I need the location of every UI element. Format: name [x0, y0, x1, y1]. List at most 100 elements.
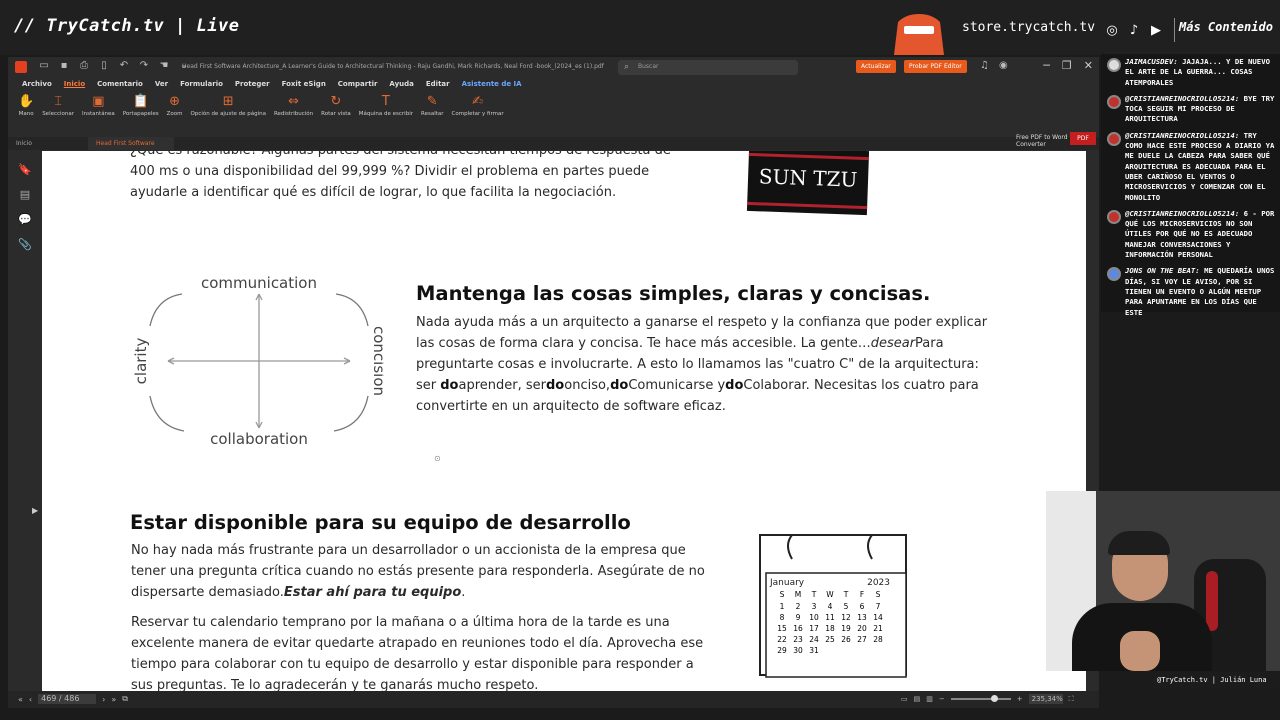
next-page-icon[interactable]: › [102, 695, 105, 704]
side-panel: 🔖 ▤ 💬 📎 ▶ [8, 151, 42, 691]
last-page-icon[interactable]: » [111, 695, 116, 704]
menu-compartir[interactable]: Compartir [332, 78, 384, 92]
calendar-day: 28 [873, 635, 883, 644]
tab-document[interactable]: Head First Software A...× [88, 137, 174, 160]
new-doc-icon[interactable]: ▯ [98, 60, 110, 71]
continuous-icon[interactable]: ▤ [914, 695, 921, 703]
mouse-cursor-icon: ⊙ [434, 454, 441, 463]
save-icon[interactable]: ▪ [58, 60, 70, 71]
ribbon-snapshot-button[interactable]: ▣ Instantánea [78, 93, 119, 133]
calendar-weekday: T [843, 590, 849, 599]
hand-tool-icon[interactable]: ☚ [158, 60, 170, 71]
title-bar-tools: ♫ ◉ [980, 60, 1008, 71]
attachment-icon[interactable]: 📎 [8, 238, 42, 251]
zoom-in-icon[interactable]: + [1017, 695, 1023, 703]
prev-page-icon[interactable]: ‹ [29, 695, 32, 704]
zoom-slider[interactable] [950, 695, 1011, 702]
avatar [1107, 58, 1121, 72]
status-bar: « ‹ 469 / 486 › » ⧉ ▭ ▤ ▥ − + 235,34% ⛶ [8, 691, 1099, 708]
fill-sign-icon: ✍ [472, 94, 484, 109]
typewriter-icon: T [381, 94, 390, 109]
calendar-day: 14 [873, 613, 883, 622]
fullscreen-icon[interactable]: ⛶ [1069, 695, 1074, 704]
ribbon-typewriter-button[interactable]: T Máquina de escribir [355, 93, 417, 133]
social-links: ◎ ♪ ▶ [1104, 18, 1179, 42]
store-url: store.trycatch.tv [962, 20, 1096, 35]
layout-icon[interactable]: ⧉ [122, 694, 128, 704]
menu-foxit-esign[interactable]: Foxit eSign [276, 78, 332, 92]
heading-available-for-team: Estar disponible para su equipo de desar… [130, 511, 631, 534]
comments-icon[interactable]: 💬 [8, 213, 42, 226]
ribbon-zoom-button[interactable]: ⊕ Zoom [163, 93, 187, 133]
calendar-day: 26 [841, 635, 851, 644]
pages-icon[interactable]: ▤ [8, 188, 42, 201]
menu-ver[interactable]: Ver [149, 78, 174, 92]
merch-shirt-image [894, 14, 944, 55]
highlight-icon: ✎ [426, 94, 438, 109]
calendar-day: 11 [825, 613, 835, 622]
account-icon[interactable]: ◉ [999, 60, 1008, 71]
ribbon-clipboard-button[interactable]: 📋 Portapapeles [119, 93, 163, 133]
calendar-day: 17 [809, 624, 819, 633]
zoom-out-icon[interactable]: − [939, 695, 945, 703]
youtube-icon[interactable]: ▶ [1148, 22, 1164, 38]
calendar-day: 1 [780, 602, 785, 611]
ribbon-select-button[interactable]: ⌶ Seleccionar [38, 93, 78, 133]
free-pdf-to-word-link[interactable]: Free PDF to Word Converter [1016, 134, 1070, 148]
bell-icon[interactable]: ♫ [980, 60, 989, 71]
menu-formulario[interactable]: Formulario [174, 78, 229, 92]
calendar-day: 16 [793, 624, 803, 633]
calendar-day: 12 [841, 613, 851, 622]
tiktok-icon[interactable]: ♪ [1126, 22, 1142, 38]
menu-comentario[interactable]: Comentario [91, 78, 149, 92]
available-paragraph-1: No hay nada más frustrante para un desar… [131, 543, 705, 600]
calendar-day: 22 [777, 635, 787, 644]
ribbon-rotate-button[interactable]: ↻ Rotar vista [317, 93, 355, 133]
ribbon-hand-button[interactable]: ✋ Mano [14, 93, 38, 133]
print-icon[interactable]: ⎙ [78, 60, 90, 71]
redo-icon[interactable]: ↷ [138, 60, 150, 71]
bookmark-icon[interactable]: 🔖 [8, 163, 42, 176]
update-button[interactable]: Actualizar [856, 60, 896, 73]
divider [1174, 18, 1175, 42]
zoom-slider-handle[interactable] [990, 695, 998, 702]
calendar-day: 31 [809, 646, 819, 655]
search-box[interactable]: ⌕ Buscar [618, 60, 798, 75]
ribbon-fill-sign-button[interactable]: ✍ Completar y firmar [448, 93, 508, 133]
ribbon-reflow-button[interactable]: ⇔ Redistribución [270, 93, 317, 133]
menu-editar[interactable]: Editar [420, 78, 456, 92]
facing-icon[interactable]: ▥ [926, 695, 933, 703]
menu-inicio[interactable]: Inicio [58, 78, 91, 92]
calendar-day: 18 [825, 624, 835, 633]
window-controls: ─ ❐ ✕ [1043, 59, 1093, 72]
instagram-icon[interactable]: ◎ [1104, 22, 1120, 38]
minimize-icon[interactable]: ─ [1043, 59, 1050, 72]
search-input[interactable]: Buscar [638, 63, 659, 70]
open-folder-icon[interactable]: ▭ [38, 60, 50, 71]
undo-icon[interactable]: ↶ [118, 60, 130, 71]
ribbon-page-fit-button[interactable]: ⊞ Opción de ajuste de página [186, 93, 270, 133]
menu-asistente-ia[interactable]: Asistente de IA [456, 78, 528, 92]
calendar-day: 25 [825, 635, 835, 644]
try-pdf-editor-button[interactable]: Probar PDF Editor [904, 60, 967, 73]
calendar-day: 15 [777, 624, 787, 633]
tab-inicio[interactable]: Inicio [8, 137, 86, 150]
menu-proteger[interactable]: Proteger [229, 78, 276, 92]
menu-ayuda[interactable]: Ayuda [383, 78, 419, 92]
chat-message: @CristianReinocriollo5214: 6 - POR QUÉ L… [1105, 209, 1276, 260]
menu-archivo[interactable]: Archivo [16, 78, 58, 92]
restore-icon[interactable]: ❐ [1062, 59, 1072, 72]
zoom-level-input[interactable]: 235,34% [1028, 694, 1063, 704]
single-page-icon[interactable]: ▭ [901, 695, 908, 703]
ribbon-highlight-button[interactable]: ✎ Resaltar [417, 93, 448, 133]
first-page-icon[interactable]: « [18, 695, 23, 704]
sun-tzu-text: SUN TZU [758, 164, 858, 192]
page-number-input[interactable]: 469 / 486 [38, 694, 97, 704]
calendar-day: 8 [780, 613, 785, 622]
diagram-concision: concision [370, 326, 384, 396]
title-bar: ▭ ▪ ⎙ ▯ ↶ ↷ ☚ ⌄ Head First Software Arch… [8, 57, 1099, 77]
simple-paragraph: Nada ayuda más a un arquitecto a ganarse… [416, 315, 988, 414]
calendar-weekday: S [876, 590, 881, 599]
expand-panel-icon[interactable]: ▶ [32, 506, 38, 515]
close-icon[interactable]: ✕ [1084, 59, 1093, 72]
